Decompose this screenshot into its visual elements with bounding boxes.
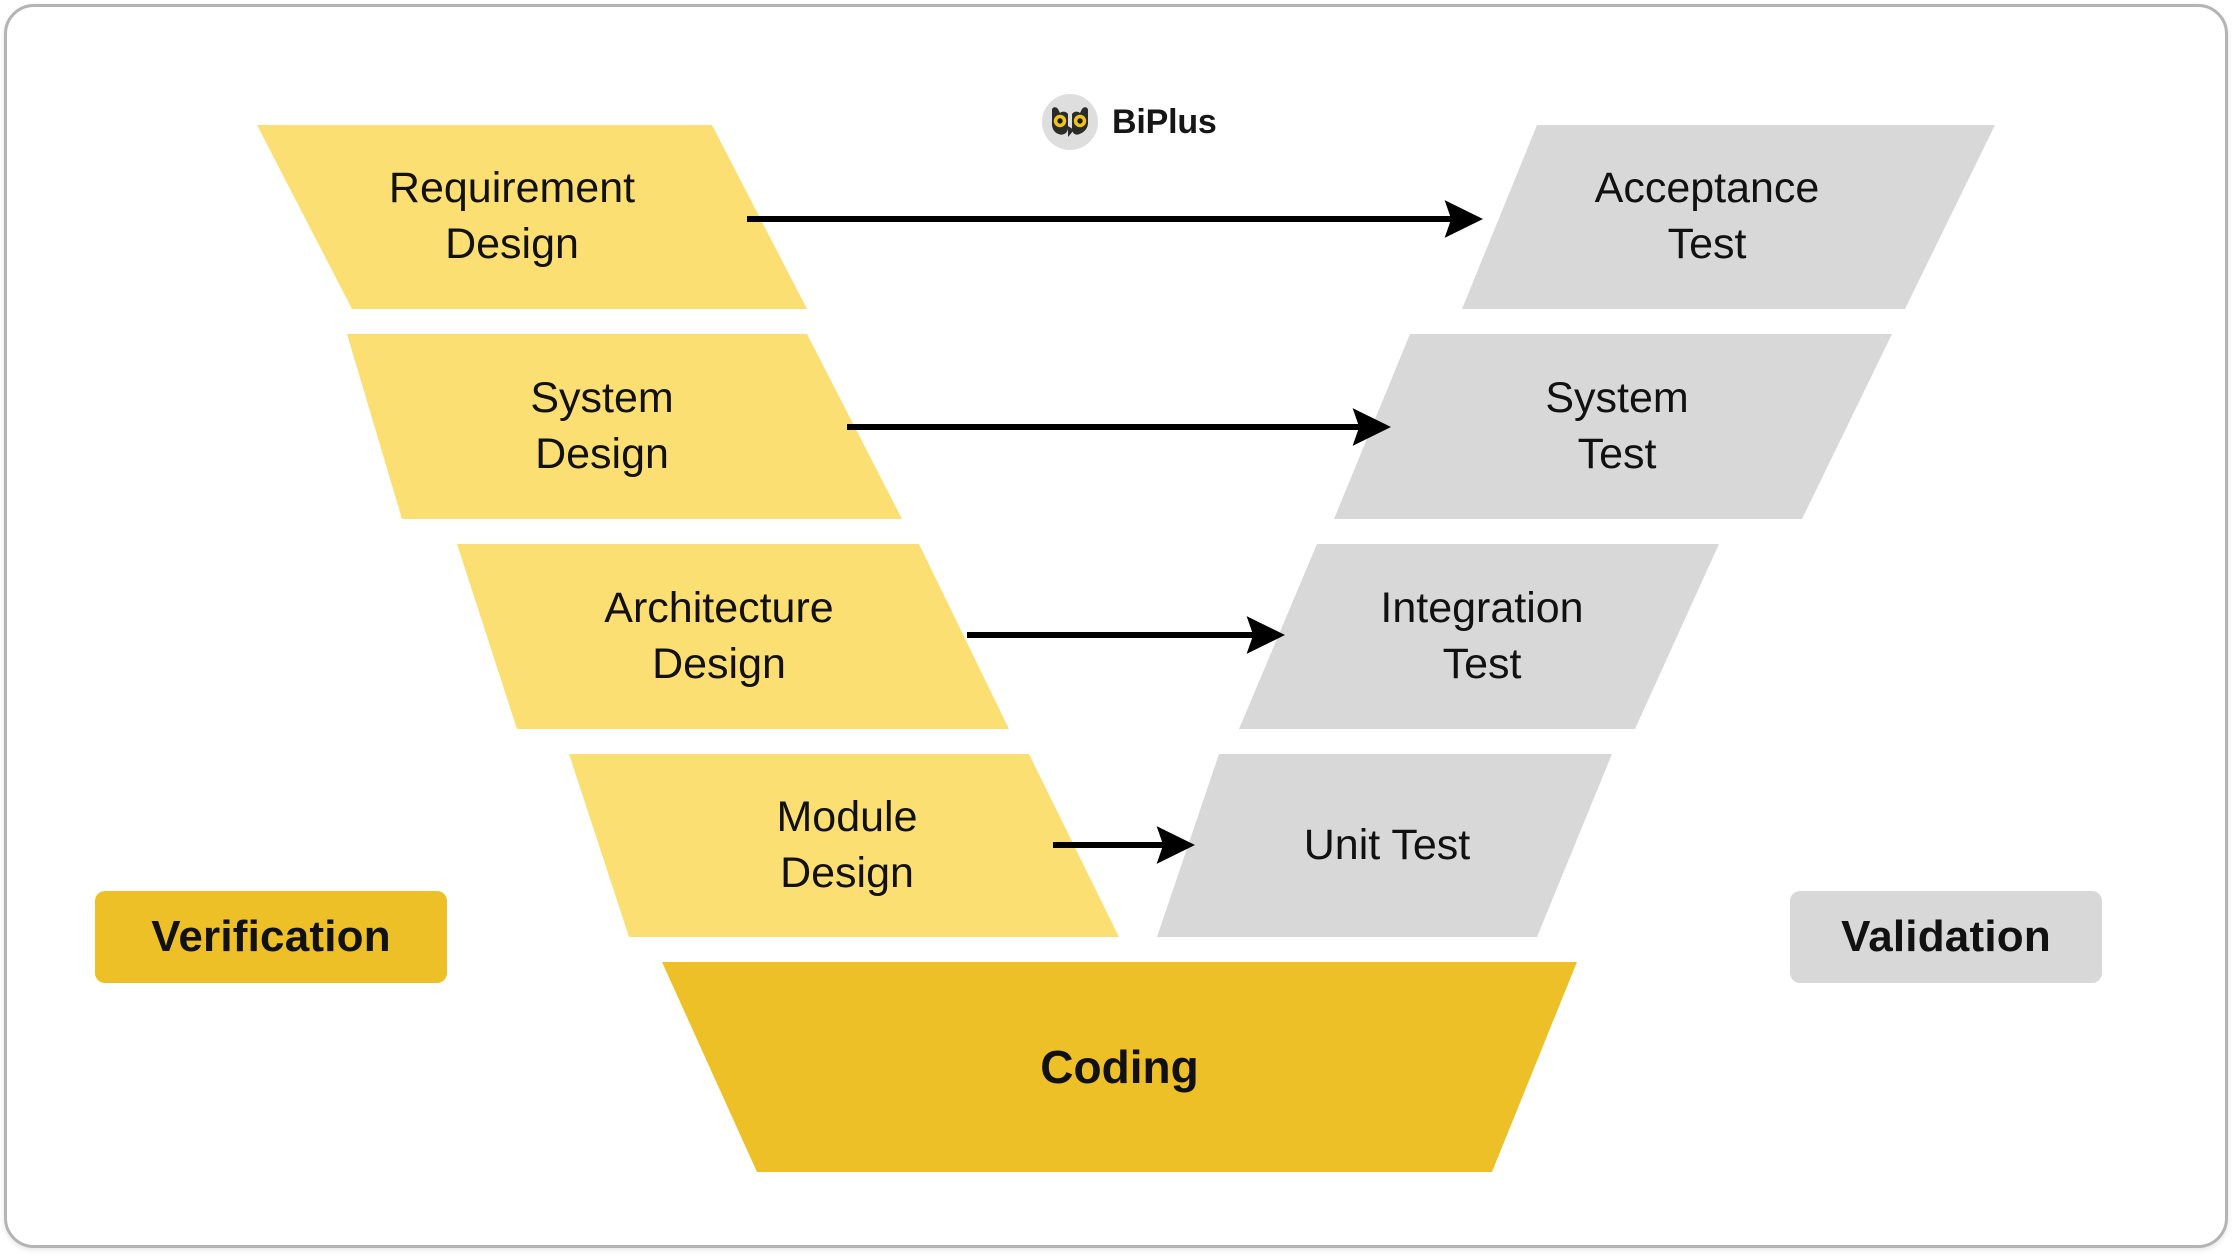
brand-name: BiPlus — [1112, 103, 1217, 141]
diagram-canvas: BiPlus Requirement Design System Design … — [4, 4, 2228, 1248]
shape-system-test[interactable] — [1334, 334, 1892, 519]
shape-requirement-design[interactable] — [257, 125, 807, 309]
v-model-diagram: BiPlus Requirement Design System Design … — [7, 7, 2225, 1245]
shape-coding[interactable] — [662, 962, 1577, 1172]
owl-bp-logo-icon — [1042, 94, 1098, 150]
shape-module-design[interactable] — [569, 754, 1119, 937]
badge-validation[interactable]: Validation — [1790, 891, 2102, 983]
badge-verification-label: Verification — [151, 912, 391, 961]
shape-system-design[interactable] — [347, 334, 902, 519]
badge-validation-label: Validation — [1841, 912, 2051, 961]
brand-logo: BiPlus — [1042, 94, 1217, 150]
shape-unit-test[interactable] — [1157, 754, 1612, 937]
diagram-shapes-layer — [257, 125, 1995, 1172]
shape-architecture-design[interactable] — [457, 544, 1009, 729]
shape-integration-test[interactable] — [1239, 544, 1719, 729]
shape-acceptance-test[interactable] — [1462, 125, 1995, 309]
badge-verification[interactable]: Verification — [95, 891, 447, 983]
